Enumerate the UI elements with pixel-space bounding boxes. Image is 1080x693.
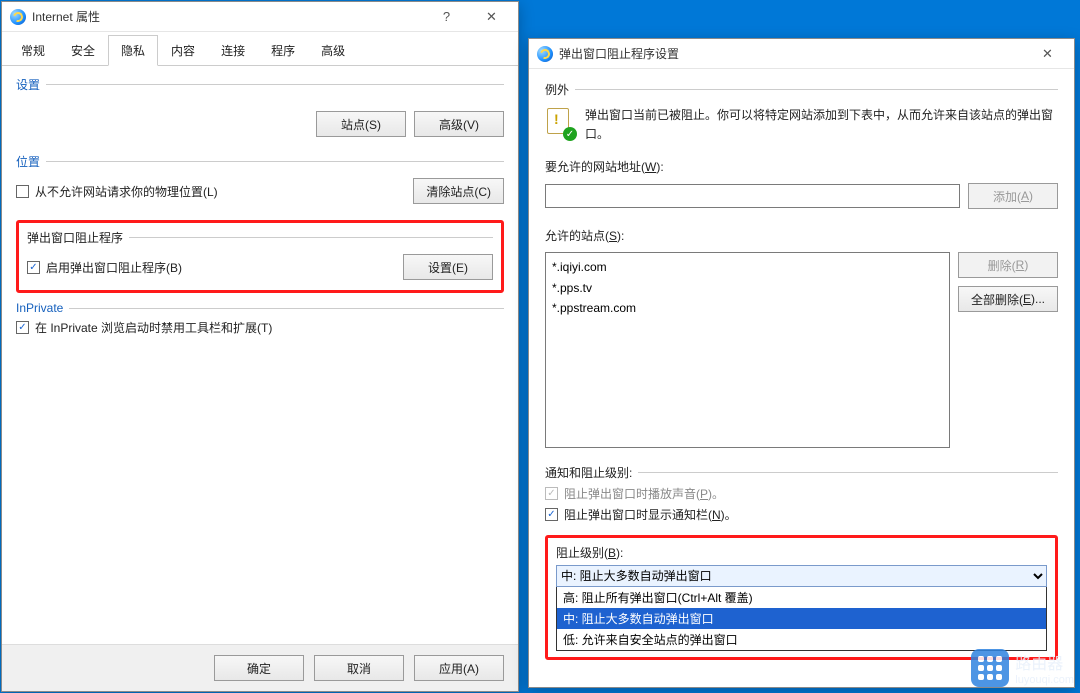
ok-button[interactable]: 确定	[214, 655, 304, 681]
checkbox-label: 从不允许网站请求你的物理位置(L)	[35, 183, 218, 200]
close-button[interactable]: ✕	[469, 3, 514, 31]
remove-button[interactable]: 删除(R)	[958, 252, 1058, 278]
group-title: 例外	[545, 81, 569, 98]
inprivate-checkbox[interactable]: ✓ 在 InPrivate 浏览启动时禁用工具栏和扩展(T)	[16, 319, 504, 336]
group-title: 通知和阻止级别:	[545, 464, 632, 481]
ie-icon	[10, 9, 26, 25]
close-button[interactable]: ✕	[1025, 40, 1070, 68]
popup-blocker-group: 弹出窗口阻止程序 ✓ 启用弹出窗口阻止程序(B) 设置(E)	[16, 220, 504, 293]
group-title: InPrivate	[16, 301, 63, 315]
location-group: 位置 从不允许网站请求你的物理位置(L) 清除站点(C)	[16, 153, 504, 208]
checkbox-label: 阻止弹出窗口时播放声音(P)。	[564, 485, 724, 502]
list-item[interactable]: *.pps.tv	[552, 278, 943, 298]
warning-icon: ✓	[545, 106, 575, 139]
apply-button[interactable]: 应用(A)	[414, 655, 504, 681]
allowed-sites-list[interactable]: *.iqiyi.com *.pps.tv *.ppstream.com	[545, 252, 950, 448]
tab-connections[interactable]: 连接	[208, 35, 258, 66]
advanced-button[interactable]: 高级(V)	[414, 111, 504, 137]
blocking-level-group: 阻止级别(B): 中: 阻止大多数自动弹出窗口 高: 阻止所有弹出窗口(Ctrl…	[545, 535, 1058, 660]
exception-note: 弹出窗口当前已被阻止。你可以将特定网站添加到下表中，从而允许来自该站点的弹出窗口…	[585, 106, 1058, 144]
location-checkbox[interactable]: 从不允许网站请求你的物理位置(L)	[16, 183, 218, 200]
tab-security[interactable]: 安全	[58, 35, 108, 66]
internet-properties-window: Internet 属性 ? ✕ 常规 安全 隐私 内容 连接 程序 高级 设置 …	[1, 1, 519, 692]
group-title: 设置	[16, 76, 40, 93]
exception-group: 例外 ✓ 弹出窗口当前已被阻止。你可以将特定网站添加到下表中，从而允许来自该站点…	[545, 81, 1058, 452]
level-option-low[interactable]: 低: 允许来自安全站点的弹出窗口	[557, 629, 1046, 650]
add-button[interactable]: 添加(A)	[968, 183, 1058, 209]
window-title: 弹出窗口阻止程序设置	[559, 45, 679, 62]
popup-blocker-settings-window: 弹出窗口阻止程序设置 ✕ 例外 ✓ 弹出窗口当前已被阻止。你可以将特定网站添加到…	[528, 38, 1075, 688]
level-label: 阻止级别(B):	[556, 544, 1047, 561]
sound-checkbox[interactable]: ✓ 阻止弹出窗口时播放声音(P)。	[545, 485, 1058, 502]
remove-all-button[interactable]: 全部删除(E)...	[958, 286, 1058, 312]
tab-advanced[interactable]: 高级	[308, 35, 358, 66]
checkbox-label: 在 InPrivate 浏览启动时禁用工具栏和扩展(T)	[35, 319, 272, 336]
tab-content[interactable]: 内容	[158, 35, 208, 66]
blocking-level-select[interactable]: 中: 阻止大多数自动弹出窗口	[556, 565, 1047, 587]
titlebar: 弹出窗口阻止程序设置 ✕	[529, 39, 1074, 69]
sites-button[interactable]: 站点(S)	[316, 111, 406, 137]
allowed-label: 允许的站点(S):	[545, 227, 1058, 244]
clear-sites-button[interactable]: 清除站点(C)	[413, 178, 504, 204]
inprivate-group: InPrivate ✓ 在 InPrivate 浏览启动时禁用工具栏和扩展(T)	[16, 301, 504, 336]
list-item[interactable]: *.ppstream.com	[552, 298, 943, 318]
group-title: 位置	[16, 153, 40, 170]
settings-group: 设置 站点(S) 高级(V)	[16, 76, 504, 141]
popup-enable-checkbox[interactable]: ✓ 启用弹出窗口阻止程序(B)	[27, 259, 182, 276]
level-option-medium[interactable]: 中: 阻止大多数自动弹出窗口	[557, 608, 1046, 629]
tab-privacy[interactable]: 隐私	[108, 35, 158, 66]
blocking-level-dropdown[interactable]: 高: 阻止所有弹出窗口(Ctrl+Alt 覆盖) 中: 阻止大多数自动弹出窗口 …	[556, 586, 1047, 651]
tab-general[interactable]: 常规	[8, 35, 58, 66]
list-item[interactable]: *.iqiyi.com	[552, 257, 943, 277]
tab-bar: 常规 安全 隐私 内容 连接 程序 高级	[2, 32, 518, 66]
cancel-button[interactable]: 取消	[314, 655, 404, 681]
group-title: 弹出窗口阻止程序	[27, 229, 123, 246]
notification-bar-checkbox[interactable]: ✓ 阻止弹出窗口时显示通知栏(N)。	[545, 506, 1058, 523]
checkbox-label: 阻止弹出窗口时显示通知栏(N)。	[564, 506, 737, 523]
address-input[interactable]	[545, 184, 960, 208]
ie-icon	[537, 46, 553, 62]
tab-programs[interactable]: 程序	[258, 35, 308, 66]
window-title: Internet 属性	[32, 8, 100, 25]
level-option-high[interactable]: 高: 阻止所有弹出窗口(Ctrl+Alt 覆盖)	[557, 587, 1046, 608]
notification-group: 通知和阻止级别: ✓ 阻止弹出窗口时播放声音(P)。 ✓ 阻止弹出窗口时显示通知…	[545, 464, 1058, 523]
checkbox-label: 启用弹出窗口阻止程序(B)	[46, 259, 182, 276]
popup-settings-button[interactable]: 设置(E)	[403, 254, 493, 280]
help-button[interactable]: ?	[424, 3, 469, 31]
titlebar: Internet 属性 ? ✕	[2, 2, 518, 32]
address-label: 要允许的网站地址(W):	[545, 158, 1058, 175]
dialog-footer: 确定 取消 应用(A)	[2, 644, 518, 691]
